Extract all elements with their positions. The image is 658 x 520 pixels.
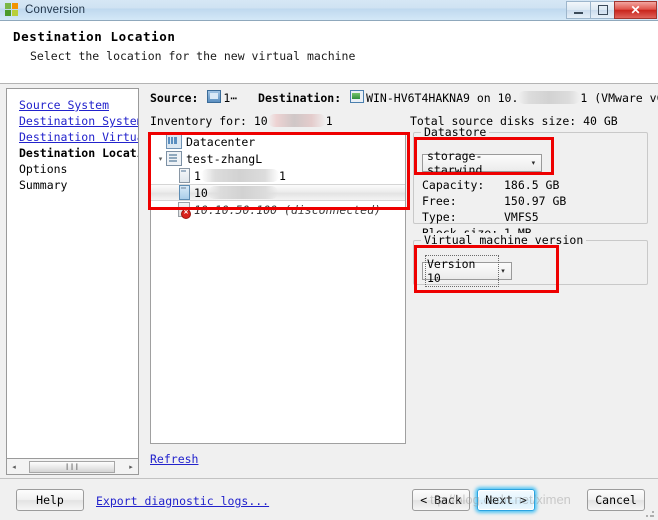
- chevron-down-icon[interactable]: ▾: [497, 267, 509, 275]
- sidebar-item-destination-system[interactable]: Destination System: [19, 113, 138, 129]
- error-badge-icon: ✕: [181, 209, 191, 219]
- datastore-select[interactable]: storage-starwind ▾: [422, 149, 542, 177]
- tree-row-label-prefix: 10: [194, 185, 208, 200]
- title-bar: Conversion ✕: [0, 0, 658, 21]
- scrollbar-thumb[interactable]: ❙❙❙: [29, 460, 115, 473]
- refresh-link[interactable]: Refresh: [150, 452, 198, 466]
- window-title: Conversion: [25, 4, 86, 16]
- redaction-mask-host-2: [207, 186, 278, 199]
- tree-row-cluster-test-zhangl[interactable]: ▾ test-zhangL: [151, 150, 405, 167]
- sidebar-item-destination-virtual-machine[interactable]: Destination Virtual M: [19, 129, 138, 145]
- help-button[interactable]: Help: [16, 489, 84, 511]
- source-label: Source:: [150, 91, 199, 105]
- tree-row-label-suffix: 1: [278, 168, 286, 183]
- vm-version-group-label: Virtual machine version: [421, 233, 587, 247]
- datastore-free-label: Free:: [422, 194, 457, 208]
- chevron-down-icon[interactable]: ▾: [155, 155, 166, 163]
- vm-version-group: Virtual machine version Version 10 ▾: [413, 233, 648, 287]
- destination-options-column: Datastore storage-starwind ▾ Capacity: 1…: [413, 125, 648, 287]
- tree-row-host-2-selected[interactable]: 10: [151, 184, 405, 201]
- vm-version-selected-value: Version 10: [425, 255, 499, 287]
- sidebar-item-destination-location[interactable]: Destination Locati: [19, 145, 138, 161]
- sidebar-item-source-system[interactable]: Source System: [19, 97, 138, 113]
- destination-server-icon: [350, 90, 365, 103]
- redaction-mask-inventory: [267, 114, 326, 127]
- minimize-icon: [574, 12, 583, 14]
- datastore-capacity-label: Capacity:: [422, 178, 485, 192]
- inventory-value-prefix: 10: [253, 114, 268, 128]
- cancel-button[interactable]: Cancel: [587, 489, 645, 511]
- destination-location-content: Source: 1⋯ Destination: WIN-HV6T4HAKNA9 …: [145, 84, 658, 478]
- inventory-value-suffix: 1: [325, 114, 333, 128]
- redaction-mask-destination: [518, 91, 581, 104]
- source-machine-icon: [207, 90, 222, 103]
- tree-row-label: Datacenter: [186, 134, 256, 149]
- tree-row-label-prefix: 1: [194, 168, 201, 183]
- datastore-free-row: Free: 150.97 GB: [422, 193, 639, 209]
- export-diagnostic-logs-link[interactable]: Export diagnostic logs...: [96, 494, 269, 508]
- tree-row-label: 10.10.50.100 (disconnected): [194, 202, 381, 217]
- back-button[interactable]: < Back: [412, 489, 470, 511]
- datastore-capacity-row: Capacity: 186.5 GB: [422, 177, 639, 193]
- maximize-button[interactable]: [590, 1, 615, 19]
- inventory-tree[interactable]: Datacenter ▾ test-zhangL 11 10 ✕ 10.10.5…: [150, 132, 406, 444]
- sidebar-item-summary[interactable]: Summary: [19, 177, 138, 193]
- tree-row-label: test-zhangL: [186, 151, 263, 166]
- wizard-steps-list: Source System Destination System Destina…: [7, 89, 138, 193]
- window-controls: ✕: [566, 1, 657, 19]
- resize-grip-icon[interactable]: [645, 508, 655, 518]
- scrollbar-track[interactable]: ❙❙❙: [21, 460, 124, 474]
- wizard-footer: Help Export diagnostic logs... < Back Ne…: [0, 478, 658, 520]
- wizard-steps-panel: Source System Destination System Destina…: [6, 88, 139, 459]
- next-button[interactable]: Next >: [477, 489, 535, 511]
- datastore-group-label: Datastore: [421, 125, 490, 139]
- scroll-left-arrow-icon[interactable]: ◂: [7, 460, 21, 474]
- sidebar-item-options[interactable]: Options: [19, 161, 138, 177]
- destination-label: Destination:: [258, 91, 342, 105]
- conversion-wizard-window: Conversion ✕ Destination Location Select…: [0, 0, 658, 520]
- destination-value-prefix: WIN-HV6T4HAKNA9 on 10.: [366, 91, 519, 105]
- wizard-body: Source System Destination System Destina…: [0, 84, 658, 478]
- datastore-free-value: 150.97 GB: [504, 194, 567, 208]
- chevron-down-icon[interactable]: ▾: [528, 159, 539, 167]
- inventory-label: Inventory for:: [150, 114, 247, 128]
- minimize-button[interactable]: [566, 1, 591, 19]
- page-subtitle: Select the location for the new virtual …: [30, 49, 356, 63]
- vmware-converter-icon: [5, 3, 19, 17]
- close-button[interactable]: ✕: [614, 1, 657, 19]
- datastore-group: Datastore storage-starwind ▾ Capacity: 1…: [413, 125, 648, 240]
- datastore-selected-value: storage-starwind: [427, 149, 483, 177]
- host-icon: [179, 168, 190, 183]
- vm-version-select[interactable]: Version 10 ▾: [422, 255, 512, 287]
- datastore-type-value: VMFS5: [504, 210, 539, 224]
- datacenter-icon: [166, 134, 182, 149]
- tree-row-datacenter[interactable]: Datacenter: [151, 133, 405, 150]
- close-icon: ✕: [630, 3, 641, 17]
- tree-row-host-disconnected[interactable]: ✕ 10.10.50.100 (disconnected): [151, 201, 405, 219]
- cluster-icon: [166, 151, 182, 166]
- datastore-type-label: Type:: [422, 210, 457, 224]
- source-value: 1⋯: [223, 91, 238, 105]
- host-icon: [179, 185, 190, 200]
- source-destination-summary: Source: 1⋯ Destination: WIN-HV6T4HAKNA9 …: [150, 90, 658, 105]
- page-title: Destination Location: [13, 29, 176, 44]
- page-header: Destination Location Select the location…: [0, 21, 658, 84]
- host-disconnected-icon: ✕: [178, 202, 191, 219]
- datastore-type-row: Type: VMFS5: [422, 209, 639, 225]
- destination-value-suffix: 1 (VMware vCenter Se⋯: [580, 91, 658, 105]
- sidebar-horizontal-scrollbar[interactable]: ◂ ❙❙❙ ▸: [6, 459, 139, 475]
- inventory-label-row: Inventory for: 10 1: [150, 114, 333, 128]
- redaction-mask-host-1: [200, 169, 279, 182]
- tree-row-host-1[interactable]: 11: [151, 167, 405, 184]
- datastore-capacity-value: 186.5 GB: [504, 178, 560, 192]
- maximize-icon: [597, 5, 608, 15]
- scroll-right-arrow-icon[interactable]: ▸: [124, 460, 138, 474]
- total-source-disks-value: 40 GB: [583, 114, 618, 128]
